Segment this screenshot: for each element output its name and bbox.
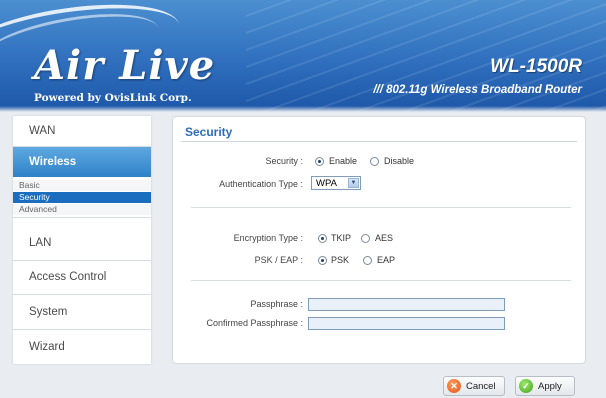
sidebar-item-system[interactable]: System (13, 295, 151, 329)
security-enable-radio[interactable] (315, 157, 324, 166)
encryption-tkip-radio[interactable] (318, 234, 327, 243)
cancel-button[interactable]: ✕ Cancel (443, 376, 505, 396)
model-subtitle: /// 802.11g Wireless Broadband Router (373, 84, 582, 96)
passphrase-label: Passphrase : (250, 299, 303, 309)
security-label: Security : (265, 156, 303, 166)
header-fade (0, 106, 606, 112)
encryption-type-label: Encryption Type : (233, 233, 303, 243)
auth-type-label: Authentication Type : (219, 179, 303, 189)
eap-radio-label: EAP (377, 255, 396, 265)
close-icon: ✕ (447, 379, 461, 393)
passphrase-input[interactable] (308, 298, 505, 311)
sidebar-item-wan[interactable]: WAN (13, 116, 151, 146)
header-banner: Air Live Powered by OvisLink Corp. WL-15… (0, 0, 606, 112)
security-panel: Security Security : Enable Disable Authe… (172, 116, 586, 364)
sidebar-item-wireless[interactable]: Wireless (13, 147, 151, 177)
encryption-tkip-label: TKIP (331, 233, 352, 243)
encryption-aes-label: AES (375, 233, 394, 243)
sidebar-nav: WAN Wireless Basic Security Advanced LAN… (13, 116, 151, 364)
sidebar-subitem-advanced[interactable]: Advanced (13, 204, 151, 215)
title-divider (181, 141, 577, 142)
security-disable-label: Disable (384, 156, 415, 166)
sidebar-item-access-control[interactable]: Access Control (13, 261, 151, 294)
confirm-passphrase-label: Confirmed Passphrase : (206, 318, 303, 328)
brand-tagline: Powered by OvisLink Corp. (34, 92, 192, 104)
confirm-passphrase-input[interactable] (308, 317, 505, 330)
psk-radio-label: PSK (331, 255, 350, 265)
security-enable-label: Enable (329, 156, 358, 166)
checkmark-icon: ✓ (519, 379, 533, 393)
psk-eap-label: PSK / EAP : (254, 255, 303, 265)
psk-radio[interactable] (318, 256, 327, 265)
section-divider (191, 280, 571, 281)
auth-type-select[interactable]: WPA ▼ (311, 176, 361, 190)
auth-type-value: WPA (316, 178, 337, 189)
cancel-button-label: Cancel (466, 381, 496, 392)
sidebar-item-wizard[interactable]: Wizard (13, 330, 151, 364)
brand-logo: Air Live (34, 42, 216, 89)
model-name: WL-1500R (490, 56, 582, 77)
sidebar-item-lan[interactable]: LAN (13, 226, 151, 260)
security-disable-radio[interactable] (370, 157, 379, 166)
eap-radio[interactable] (363, 256, 372, 265)
section-divider (191, 207, 571, 208)
encryption-aes-radio[interactable] (361, 234, 370, 243)
nav-divider (13, 217, 151, 218)
apply-button[interactable]: ✓ Apply (515, 376, 575, 396)
apply-button-label: Apply (538, 381, 562, 392)
sidebar-subitem-basic[interactable]: Basic (13, 180, 151, 191)
chevron-down-icon: ▼ (348, 178, 359, 188)
sidebar-subitem-security[interactable]: Security (13, 192, 151, 203)
page-title: Security (185, 125, 233, 139)
